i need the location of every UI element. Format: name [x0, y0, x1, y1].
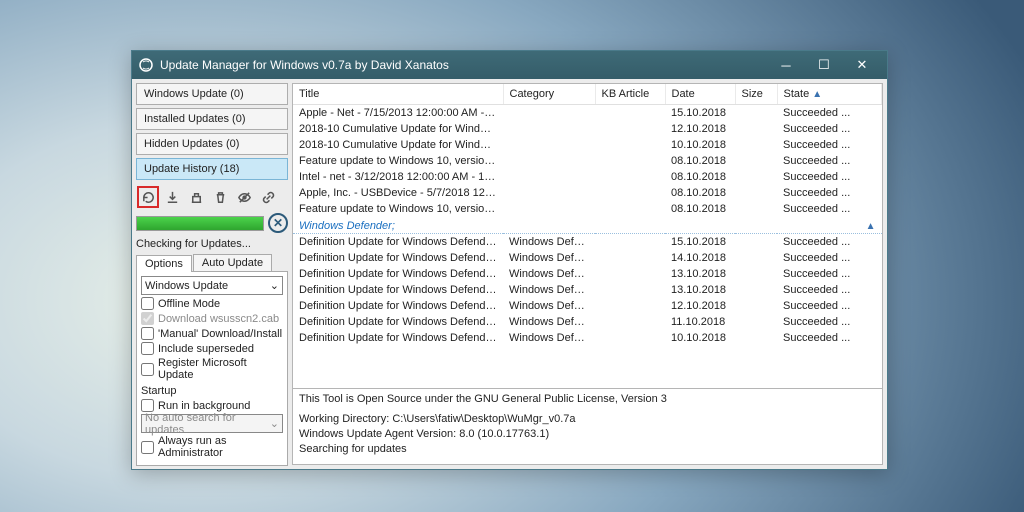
progress-bar: [136, 216, 264, 231]
col-kb[interactable]: KB Article: [595, 84, 665, 105]
install-icon[interactable]: [185, 186, 207, 208]
link-icon[interactable]: [257, 186, 279, 208]
option-tabs: Options Auto Update: [136, 254, 288, 272]
offline-mode-checkbox[interactable]: [141, 297, 154, 310]
log-line: Working Directory: C:\Users\fatiw\Deskto…: [299, 412, 876, 427]
window-title: Update Manager for Windows v0.7a by Davi…: [160, 58, 767, 72]
col-state[interactable]: State ▲: [777, 84, 882, 105]
nav-button-1[interactable]: Installed Updates (0): [136, 108, 288, 130]
log-box[interactable]: This Tool is Open Source under the GNU G…: [293, 388, 882, 464]
nav-button-0[interactable]: Windows Update (0): [136, 83, 288, 105]
chevron-down-icon: ⌄: [270, 279, 279, 292]
col-title[interactable]: Title: [293, 84, 503, 105]
main-panel: Title Category KB Article Date Size Stat…: [292, 83, 883, 465]
col-size[interactable]: Size: [735, 84, 777, 105]
table-row[interactable]: Definition Update for Windows Defender A…: [293, 282, 882, 298]
table-row[interactable]: Apple - Net - 7/15/2013 12:00:00 AM - 1.…: [293, 105, 882, 122]
table-row[interactable]: Definition Update for Windows Defender A…: [293, 250, 882, 266]
table-row[interactable]: Feature update to Windows 10, version 18…: [293, 201, 882, 217]
app-window: Update Manager for Windows v0.7a by Davi…: [131, 50, 888, 470]
startup-group-label: Startup: [141, 385, 283, 397]
minimize-button[interactable]: ─: [767, 51, 805, 79]
tab-options[interactable]: Options: [136, 255, 192, 272]
log-line: Windows Update Agent Version: 8.0 (10.0.…: [299, 427, 876, 442]
status-text: Checking for Updates...: [136, 238, 288, 250]
table-row[interactable]: Definition Update for Windows Defender A…: [293, 314, 882, 330]
close-button[interactable]: ✕: [843, 51, 881, 79]
log-line: Searching for updates: [299, 442, 876, 457]
source-combo[interactable]: Windows Update⌄: [141, 276, 283, 295]
nav-button-3[interactable]: Update History (18): [136, 158, 288, 180]
table-row[interactable]: Definition Update for Windows Defender A…: [293, 330, 882, 346]
download-cab-checkbox: [141, 312, 154, 325]
run-as-admin-checkbox[interactable]: [141, 441, 154, 454]
update-list[interactable]: Title Category KB Article Date Size Stat…: [293, 84, 882, 388]
titlebar[interactable]: Update Manager for Windows v0.7a by Davi…: [132, 51, 887, 79]
col-category[interactable]: Category: [503, 84, 595, 105]
manual-download-checkbox[interactable]: [141, 327, 154, 340]
sort-arrow-icon: ▲: [812, 89, 822, 100]
run-background-checkbox[interactable]: [141, 399, 154, 412]
auto-search-combo: No auto search for updates⌄: [141, 414, 283, 433]
table-row[interactable]: 2018-10 Cumulative Update for Windows 10…: [293, 121, 882, 137]
sidebar: Windows Update (0) Installed Updates (0) H…: [132, 79, 292, 469]
uninstall-icon[interactable]: [209, 186, 231, 208]
nav-button-2[interactable]: Hidden Updates (0): [136, 133, 288, 155]
group-header-row[interactable]: Windows Defender;▲: [293, 217, 882, 234]
table-row[interactable]: Definition Update for Windows Defender A…: [293, 266, 882, 282]
col-date[interactable]: Date: [665, 84, 735, 105]
refresh-icon[interactable]: [137, 186, 159, 208]
table-row[interactable]: Definition Update for Windows Defender A…: [293, 298, 882, 314]
table-row[interactable]: Definition Update for Windows Defender A…: [293, 234, 882, 251]
cancel-button[interactable]: ✕: [268, 213, 288, 233]
tab-auto-update[interactable]: Auto Update: [193, 254, 272, 271]
table-row[interactable]: Feature update to Windows 10, version 18…: [293, 153, 882, 169]
include-superseded-checkbox[interactable]: [141, 342, 154, 355]
maximize-button[interactable]: ☐: [805, 51, 843, 79]
toolbar: [136, 185, 288, 209]
hide-icon[interactable]: [233, 186, 255, 208]
table-row[interactable]: Apple, Inc. - USBDevice - 5/7/2018 12:00…: [293, 185, 882, 201]
register-ms-update-checkbox[interactable]: [141, 363, 154, 376]
chevron-down-icon: ⌄: [270, 417, 279, 430]
column-header-row[interactable]: Title Category KB Article Date Size Stat…: [293, 84, 882, 105]
app-icon: [138, 57, 154, 73]
table-row[interactable]: 2018-10 Cumulative Update for Windows 10…: [293, 137, 882, 153]
log-line: This Tool is Open Source under the GNU G…: [299, 392, 876, 407]
table-row[interactable]: Intel - net - 3/12/2018 12:00:00 AM - 19…: [293, 169, 882, 185]
download-icon[interactable]: [161, 186, 183, 208]
